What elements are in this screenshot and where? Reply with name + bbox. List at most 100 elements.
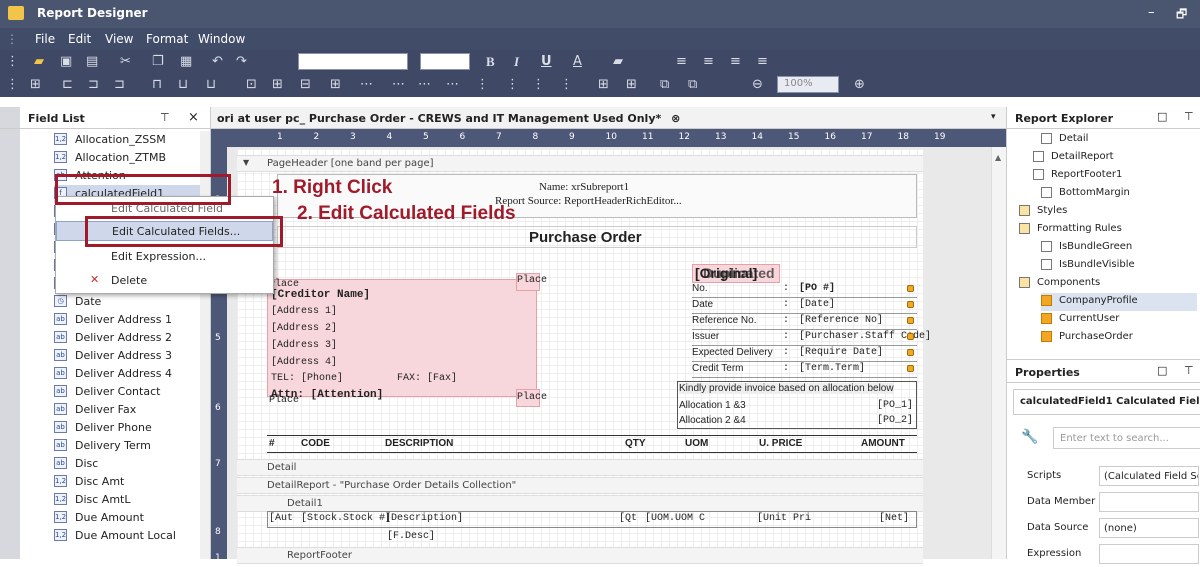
justify-icon[interactable]: ≡ — [757, 54, 768, 69]
properties-object-selector[interactable]: calculatedField1 Calculated Field — [1013, 389, 1200, 415]
menu-window[interactable]: Window — [198, 32, 245, 46]
align-right-icon[interactable]: ≡ — [730, 54, 741, 69]
field-list-item[interactable]: ab Disc — [54, 455, 204, 473]
font-name-combo[interactable] — [298, 53, 408, 70]
align-center-icon[interactable]: ≡ — [703, 54, 714, 69]
band-report-footer[interactable]: ReportFooter — [237, 547, 923, 564]
underline-button[interactable]: U — [541, 54, 552, 69]
field-list-item[interactable]: 1,2 Allocation_ZTMB — [54, 149, 204, 167]
open-icon[interactable]: ▰ — [34, 54, 44, 69]
explorer-item[interactable]: CompanyProfile — [1041, 293, 1197, 311]
center-h-icon[interactable]: ⊞ — [598, 77, 609, 92]
maximize-icon[interactable]: □ — [1157, 110, 1167, 123]
close-icon[interactable]: × — [188, 110, 199, 125]
same-height-icon[interactable]: ⊟ — [300, 77, 311, 92]
field-list-item[interactable]: ◷ Date — [54, 293, 204, 311]
field-list-item[interactable]: 1,2 Allocation_ZSSM — [54, 131, 204, 149]
h-spacing-remove-icon[interactable]: ⋯ — [446, 77, 459, 92]
explorer-item[interactable]: BottomMargin — [1041, 185, 1197, 203]
explorer-item[interactable]: Formatting Rules — [1019, 221, 1197, 239]
center-v-icon[interactable]: ⊞ — [626, 77, 637, 92]
h-spacing-dec-icon[interactable]: ⋯ — [418, 77, 431, 92]
band-detail1[interactable]: Detail1 — [237, 495, 923, 512]
smart-tag-icon[interactable] — [907, 349, 914, 356]
property-row[interactable]: Data Member — [1007, 491, 1200, 515]
explorer-item[interactable]: CurrentUser — [1041, 311, 1197, 329]
explorer-item[interactable]: ReportFooter1 — [1033, 167, 1197, 185]
canvas-scrollbar[interactable]: ▲ — [991, 147, 1006, 559]
explorer-item[interactable]: Detail — [1041, 131, 1197, 149]
paste-icon[interactable]: ▦ — [180, 54, 192, 69]
font-size-combo[interactable] — [420, 53, 470, 70]
info-value[interactable]: [Reference No] — [799, 315, 883, 326]
align-lefts-icon[interactable]: ⊏ — [62, 77, 73, 92]
field-list-item[interactable]: 1,2 Due Amount Local — [54, 527, 204, 545]
smart-tag-icon[interactable] — [907, 365, 914, 372]
menu-item-delete[interactable]: ✕ Delete — [56, 271, 273, 291]
explorer-item[interactable]: PurchaseOrder — [1041, 329, 1197, 347]
v-spacing-dec-icon[interactable]: ⋮ — [532, 77, 545, 92]
redo-icon[interactable]: ↷ — [236, 54, 247, 69]
property-row[interactable]: Data Source (none) — [1007, 517, 1200, 541]
align-left-icon[interactable]: ≡ — [676, 54, 687, 69]
property-row[interactable]: Scripts (Calculated Field Scri... — [1007, 465, 1200, 489]
property-row[interactable]: Expression — [1007, 543, 1200, 567]
zoom-out-icon[interactable]: ⊖ — [752, 77, 763, 92]
field-list-item[interactable]: 1,2 Disc AmtL — [54, 491, 204, 509]
copy-icon[interactable]: ❐ — [152, 54, 164, 69]
field-list-item[interactable]: ab Deliver Contact — [54, 383, 204, 401]
tab-close-icon[interactable]: ⊗ — [671, 112, 680, 125]
italic-button[interactable]: I — [514, 54, 519, 70]
column-header[interactable]: QTY — [625, 438, 646, 449]
explorer-item[interactable]: IsBundleVisible — [1041, 257, 1197, 275]
band-detail[interactable]: Detail — [237, 459, 923, 476]
menu-file[interactable]: File — [35, 32, 55, 46]
info-value[interactable]: [Require Date] — [799, 347, 883, 358]
restore-button[interactable]: 🗗 — [1176, 5, 1187, 26]
zoom-combo[interactable]: 100% — [777, 76, 839, 93]
column-header[interactable]: UOM — [685, 438, 708, 449]
tab-dropdown-icon[interactable]: ▾ — [991, 112, 996, 122]
property-value[interactable] — [1099, 492, 1199, 512]
menu-view[interactable]: View — [105, 32, 133, 46]
v-spacing-inc-icon[interactable]: ⋮ — [506, 77, 519, 92]
h-spacing-inc-icon[interactable]: ⋯ — [392, 77, 405, 92]
explorer-item[interactable]: IsBundleGreen — [1041, 239, 1197, 257]
fdesc-field[interactable]: [F.Desc] — [387, 531, 435, 542]
pin-icon[interactable]: ⊤ — [1184, 110, 1194, 123]
align-centers-icon[interactable]: ⊐ — [88, 77, 99, 92]
field-list-item[interactable]: 1,2 Due Amount — [54, 509, 204, 527]
field-list-item[interactable]: ab Deliver Fax — [54, 401, 204, 419]
field-list-item[interactable]: ab Deliver Address 1 — [54, 311, 204, 329]
menu-edit[interactable]: Edit — [68, 32, 91, 46]
align-bottoms-icon[interactable]: ⊔ — [206, 77, 216, 92]
h-spacing-icon[interactable]: ⋯ — [360, 77, 373, 92]
field-list-item[interactable]: ab Deliver Address 3 — [54, 347, 204, 365]
menu-format[interactable]: Format — [146, 32, 188, 46]
property-value[interactable] — [1099, 544, 1199, 564]
field-list-item[interactable]: ab Delivery Term — [54, 437, 204, 455]
field-list-item[interactable]: ab Deliver Phone — [54, 419, 204, 437]
zoom-in-icon[interactable]: ⊕ — [854, 77, 865, 92]
minimize-button[interactable]: – — [1148, 5, 1155, 20]
explorer-item[interactable]: Styles — [1019, 203, 1197, 221]
report-title[interactable]: Purchase Order — [529, 229, 642, 246]
bring-front-icon[interactable]: ⧉ — [660, 77, 669, 92]
undo-icon[interactable]: ↶ — [212, 54, 223, 69]
document-tab[interactable]: ori at user pc_ Purchase Order - CREWS a… — [211, 107, 1006, 129]
info-value[interactable]: [Date] — [799, 299, 835, 310]
bold-button[interactable]: B — [486, 54, 495, 70]
scroll-up-icon[interactable]: ▲ — [995, 153, 1001, 162]
save-all-icon[interactable]: ▤ — [86, 54, 98, 69]
column-header[interactable]: DESCRIPTION — [385, 438, 453, 449]
font-color-button[interactable]: A — [573, 54, 582, 69]
smart-tag-icon[interactable] — [907, 317, 914, 324]
field-list-item[interactable]: ab Deliver Address 2 — [54, 329, 204, 347]
v-spacing-remove-icon[interactable]: ⋮ — [560, 77, 573, 92]
align-grid-icon[interactable]: ⊞ — [30, 77, 41, 92]
property-value[interactable]: (Calculated Field Scri... — [1099, 466, 1199, 486]
size-to-grid-icon[interactable]: ⊡ — [246, 77, 257, 92]
properties-search-input[interactable]: Enter text to search... — [1053, 427, 1200, 449]
menu-item-edit-expression[interactable]: Edit Expression... — [56, 247, 273, 267]
smart-tag-icon[interactable] — [907, 285, 914, 292]
